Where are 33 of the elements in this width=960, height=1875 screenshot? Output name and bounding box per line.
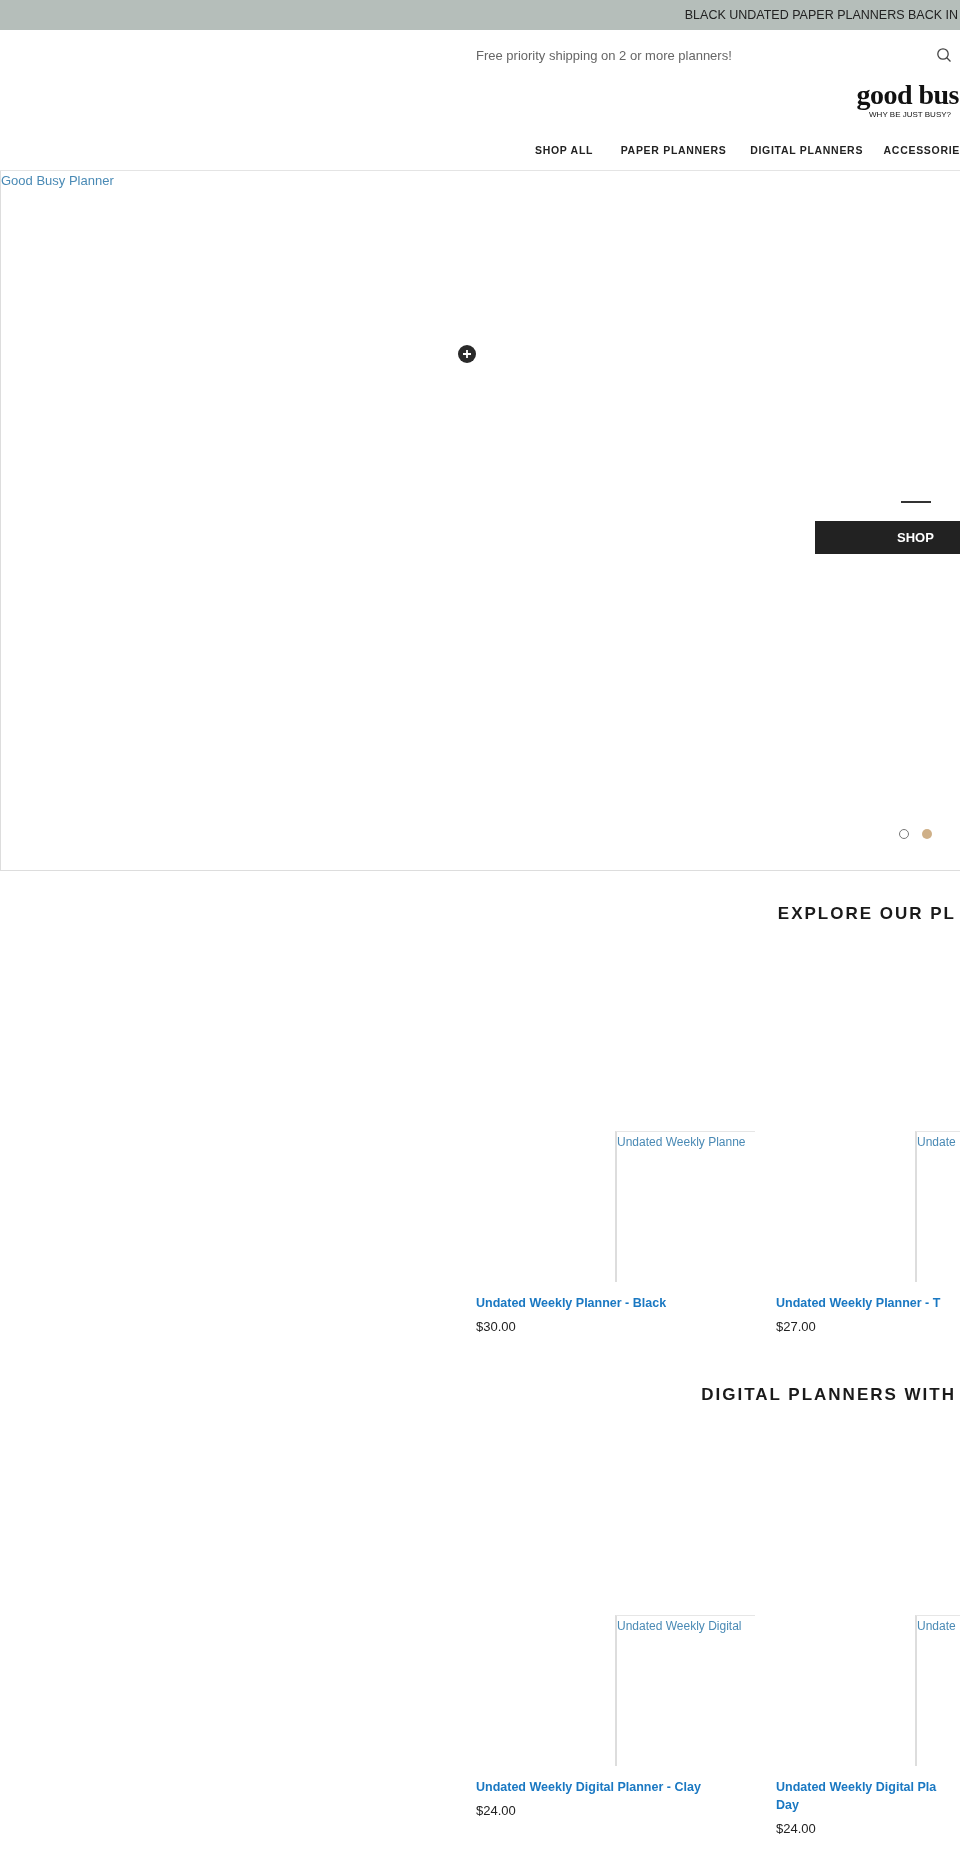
image-alt-text: Good Busy Planner xyxy=(1,173,114,188)
product-image-frame[interactable]: Undate xyxy=(915,1131,960,1282)
product-image-frame[interactable]: Undate xyxy=(915,1615,960,1766)
image-alt-text: Undate xyxy=(917,1135,956,1149)
slide-dot[interactable] xyxy=(899,829,909,839)
slide-dot[interactable] xyxy=(922,829,932,839)
shipping-note: Free priority shipping on 2 or more planners! xyxy=(476,47,733,63)
product-price: $24.00 xyxy=(476,1803,516,1818)
image-alt-text: Undate xyxy=(917,1619,956,1633)
product-price: $30.00 xyxy=(476,1319,516,1334)
nav-link[interactable]: PAPER PLANNERS xyxy=(620,144,751,156)
product-title-link[interactable]: Undated Weekly Digital Planner - Clay xyxy=(476,1778,776,1796)
search-icon xyxy=(936,47,952,63)
product-title-link[interactable]: Undated Weekly Digital Pla Day xyxy=(776,1778,960,1814)
logo-tagline: WHY BE JUST BUSY? xyxy=(869,110,951,119)
product-price: $27.00 xyxy=(776,1319,816,1334)
nav-link[interactable]: DIGITAL PLANNERS xyxy=(750,144,884,156)
shop-button[interactable]: SHOP xyxy=(815,521,960,554)
logo-wordmark[interactable]: good bus xyxy=(856,80,959,110)
search-button[interactable] xyxy=(936,47,952,63)
product-image-frame[interactable]: Undated Weekly Digital xyxy=(615,1615,755,1766)
product-title-link[interactable]: Undated Weekly Planner - T xyxy=(776,1294,960,1312)
image-alt-text: Undated Weekly Planne xyxy=(617,1135,746,1149)
image-alt-text: Undated Weekly Digital xyxy=(617,1619,742,1633)
product-price: $24.00 xyxy=(776,1821,816,1836)
nav-link[interactable]: SHOP ALL xyxy=(535,144,621,156)
product-image-frame[interactable]: Undated Weekly Planne xyxy=(615,1131,755,1282)
product-title-link[interactable]: Undated Weekly Planner - Black xyxy=(476,1294,776,1312)
section-heading: DIGITAL PLANNERS WITH xyxy=(701,1385,956,1405)
nav-link[interactable]: ACCESSORIE xyxy=(883,144,960,156)
plus-icon[interactable] xyxy=(458,345,476,363)
section-heading: EXPLORE OUR PL xyxy=(777,904,956,924)
announcement-text: BLACK UNDATED PAPER PLANNERS BACK IN xyxy=(684,8,958,22)
